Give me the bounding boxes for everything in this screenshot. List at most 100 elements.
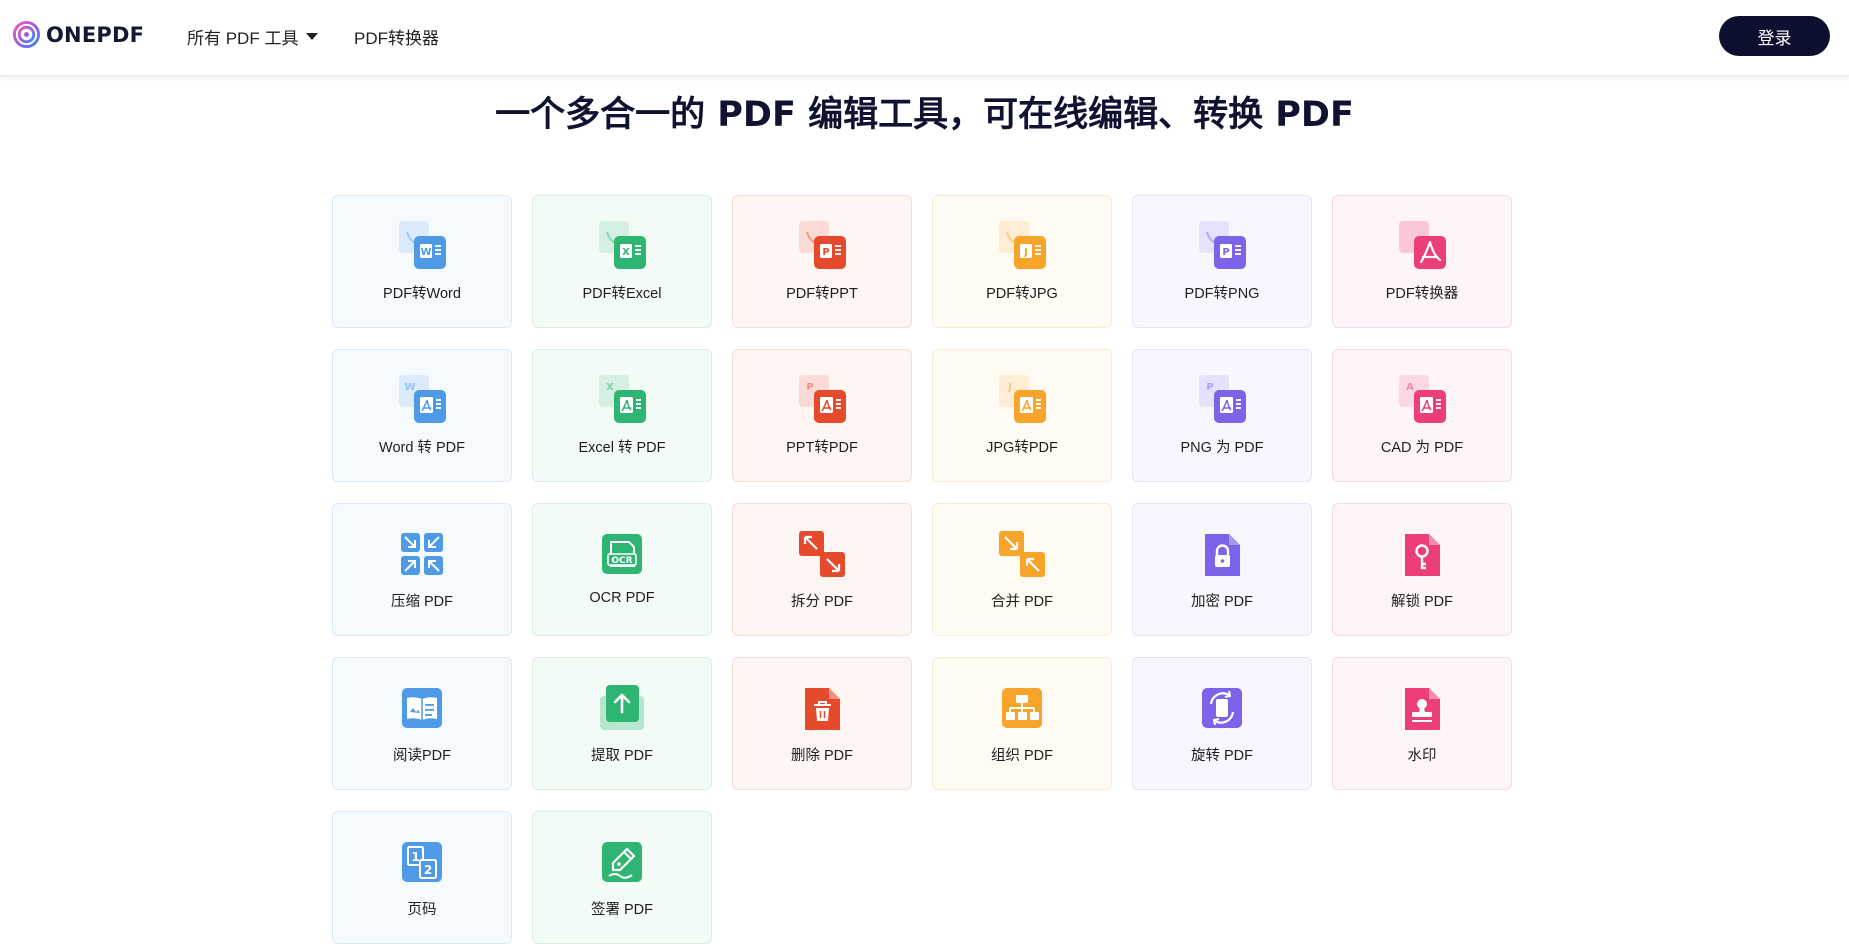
tools-grid: W PDF转Word X PDF转Excel P PDF转PPT J PDF转J… <box>332 195 1512 944</box>
organize-icon <box>1002 688 1042 728</box>
tool-label: JPG转PDF <box>986 440 1058 456</box>
cad-to-pdf-icon: A <box>1399 375 1446 423</box>
nav-pdf-converter-label: PDF转换器 <box>354 29 439 48</box>
svg-text:A: A <box>1406 382 1414 393</box>
tool-label: 签署 PDF <box>590 902 654 918</box>
tool-card-sign[interactable]: 签署 PDF <box>532 811 712 944</box>
tool-card-png-to-pdf[interactable]: P PNG 为 PDF <box>1132 349 1312 482</box>
rotate-icon <box>1202 688 1242 728</box>
tool-label: 页码 <box>407 902 437 918</box>
tool-label: 提取 PDF <box>590 748 654 764</box>
tool-label: PDF转Excel <box>582 286 662 302</box>
tool-label: 阅读PDF <box>393 748 451 764</box>
svg-text:W: W <box>404 382 415 393</box>
tool-label: PDF转PPT <box>786 286 858 302</box>
tool-card-pdf-to-ppt[interactable]: P PDF转PPT <box>732 195 912 328</box>
brand-logo[interactable]: ONEPDF <box>12 20 144 49</box>
tool-card-ppt-to-pdf[interactable]: P PPT转PDF <box>732 349 912 482</box>
svg-text:P: P <box>806 382 813 393</box>
svg-text:1: 1 <box>411 850 419 864</box>
page-number-icon: 1 2 <box>402 842 442 882</box>
login-button[interactable]: 登录 <box>1719 16 1830 56</box>
svg-text:2: 2 <box>424 863 432 877</box>
nav-all-tools[interactable]: 所有 PDF 工具 <box>187 24 319 49</box>
tool-label: PDF转Word <box>383 286 461 302</box>
tool-label: 加密 PDF <box>1190 594 1254 610</box>
tool-label: 合并 PDF <box>990 594 1054 610</box>
nav-pdf-converter[interactable]: PDF转换器 <box>354 24 439 49</box>
word-to-pdf-icon: W <box>399 375 446 423</box>
tool-label: 删除 PDF <box>790 748 854 764</box>
svg-text:P: P <box>1206 382 1213 393</box>
svg-text:P: P <box>1222 247 1229 258</box>
tool-card-merge[interactable]: 合并 PDF <box>932 503 1112 636</box>
tool-card-jpg-to-pdf[interactable]: J JPG转PDF <box>932 349 1112 482</box>
sign-icon <box>602 842 642 882</box>
tool-label: 压缩 PDF <box>390 594 454 610</box>
tool-card-pdf-to-word[interactable]: W PDF转Word <box>332 195 512 328</box>
svg-text:X: X <box>606 382 614 393</box>
tool-label: PNG 为 PDF <box>1180 440 1264 456</box>
tool-label: CAD 为 PDF <box>1380 440 1464 456</box>
tool-label: OCR PDF <box>589 590 655 606</box>
key-icon <box>1405 534 1440 576</box>
svg-text:J: J <box>1023 247 1028 258</box>
trash-icon <box>805 688 840 730</box>
tool-card-watermark[interactable]: 水印 <box>1332 657 1512 790</box>
tool-label: PPT转PDF <box>786 440 858 456</box>
top-nav-bar: ONEPDF 所有 PDF 工具 PDF转换器 登录 <box>0 0 1849 76</box>
svg-text:J: J <box>1007 382 1012 393</box>
compress-icon <box>401 533 443 575</box>
pdf-to-word-icon: W <box>399 221 446 269</box>
caret-down-icon <box>306 33 319 40</box>
tool-label: 组织 PDF <box>990 748 1054 764</box>
svg-text:P: P <box>822 247 829 258</box>
jpg-to-pdf-icon: J <box>999 375 1046 423</box>
tool-card-pdf-to-excel[interactable]: X PDF转Excel <box>532 195 712 328</box>
tool-label: Excel 转 PDF <box>578 440 666 456</box>
tool-card-excel-to-pdf[interactable]: X Excel 转 PDF <box>532 349 712 482</box>
tool-card-word-to-pdf[interactable]: W Word 转 PDF <box>332 349 512 482</box>
onepdf-logo-icon <box>12 20 41 49</box>
tool-card-compress[interactable]: 压缩 PDF <box>332 503 512 636</box>
nav-all-tools-label: 所有 PDF 工具 <box>187 29 299 48</box>
ppt-to-pdf-icon: P <box>799 375 846 423</box>
extract-icon <box>600 685 644 730</box>
tool-card-delete[interactable]: 删除 PDF <box>732 657 912 790</box>
tool-label: 旋转 PDF <box>1190 748 1254 764</box>
merge-icon <box>999 531 1045 577</box>
tool-card-encrypt[interactable]: 加密 PDF <box>1132 503 1312 636</box>
tool-label: Word 转 PDF <box>379 440 465 456</box>
pdf-to-ppt-icon: P <box>799 221 846 269</box>
tool-card-ocr[interactable]: OCR OCR PDF <box>532 503 712 636</box>
tool-label: PDF转JPG <box>986 286 1058 302</box>
tool-card-page-number[interactable]: 1 2 页码 <box>332 811 512 944</box>
tool-card-pdf-converter[interactable]: PDF转换器 <box>1332 195 1512 328</box>
pdf-to-png-icon: P <box>1199 221 1246 269</box>
png-to-pdf-icon: P <box>1199 375 1246 423</box>
tool-label: 水印 <box>1407 748 1437 764</box>
tool-label: PDF转换器 <box>1385 286 1459 302</box>
watermark-icon <box>1405 688 1440 730</box>
split-icon <box>799 531 845 577</box>
svg-text:W: W <box>420 247 431 258</box>
tool-card-read[interactable]: 阅读PDF <box>332 657 512 790</box>
read-icon <box>402 688 442 728</box>
tool-card-cad-to-pdf[interactable]: A CAD 为 PDF <box>1332 349 1512 482</box>
tool-card-split[interactable]: 拆分 PDF <box>732 503 912 636</box>
lock-icon <box>1205 534 1240 576</box>
tool-card-unlock[interactable]: 解锁 PDF <box>1332 503 1512 636</box>
tool-card-pdf-to-png[interactable]: P PDF转PNG <box>1132 195 1312 328</box>
ocr-icon: OCR <box>602 534 642 574</box>
tool-label: 拆分 PDF <box>790 594 854 610</box>
pdf-converter-icon <box>1399 221 1446 269</box>
excel-to-pdf-icon: X <box>599 375 646 423</box>
pdf-to-jpg-icon: J <box>999 221 1046 269</box>
page-title: 一个多合一的 PDF 编辑工具，可在线编辑、转换 PDF <box>495 95 1354 135</box>
tool-card-organize[interactable]: 组织 PDF <box>932 657 1112 790</box>
tool-card-pdf-to-jpg[interactable]: J PDF转JPG <box>932 195 1112 328</box>
tool-card-rotate[interactable]: 旋转 PDF <box>1132 657 1312 790</box>
brand-name: ONEPDF <box>46 22 145 47</box>
svg-text:X: X <box>622 247 630 258</box>
tool-card-extract[interactable]: 提取 PDF <box>532 657 712 790</box>
